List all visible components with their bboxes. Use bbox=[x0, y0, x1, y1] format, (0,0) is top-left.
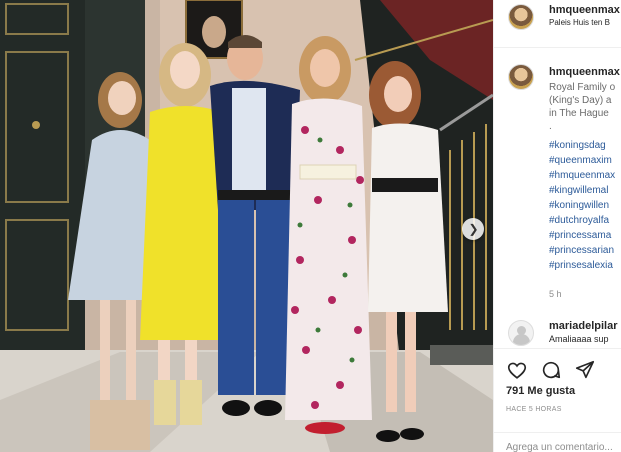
post-age: HACE 5 HORAS bbox=[506, 406, 562, 413]
caption-timestamp: 5 h bbox=[549, 289, 562, 299]
caption-line: . bbox=[549, 121, 552, 132]
caption-username[interactable]: hmqueenmax bbox=[549, 66, 620, 78]
post-header: hmqueenmax Paleis Huis ten B bbox=[494, 0, 621, 48]
comment: mariadelpilar Amaliaaaa sup bbox=[494, 316, 621, 346]
post-photo[interactable]: ❯ bbox=[0, 0, 493, 452]
hashtag-link[interactable]: #hmqueenmax bbox=[549, 170, 615, 181]
caption-line: Royal Family o bbox=[549, 82, 616, 93]
heart-icon[interactable] bbox=[506, 359, 528, 381]
hashtag-link[interactable]: #princessama bbox=[549, 230, 611, 241]
like-count[interactable]: 791 Me gusta bbox=[506, 385, 575, 397]
hashtag-link[interactable]: #prinsesalexia bbox=[549, 260, 613, 271]
comment-input[interactable] bbox=[506, 440, 621, 452]
post-location[interactable]: Paleis Huis ten B bbox=[549, 18, 610, 27]
share-icon[interactable] bbox=[574, 359, 596, 381]
hashtag-link[interactable]: #kingwillemal bbox=[549, 185, 608, 196]
hashtag-link[interactable]: #dutchroyalfa bbox=[549, 215, 609, 226]
add-comment-bar bbox=[494, 432, 621, 452]
post-username[interactable]: hmqueenmax bbox=[549, 4, 620, 16]
hashtag-link[interactable]: #koningwillen bbox=[549, 200, 609, 211]
hashtag-link[interactable]: #princessarian bbox=[549, 245, 614, 256]
next-image-button[interactable]: ❯ bbox=[462, 218, 484, 240]
avatar[interactable] bbox=[508, 4, 534, 30]
avatar[interactable] bbox=[508, 320, 534, 346]
hashtag-link[interactable]: #queenmaxim bbox=[549, 155, 612, 166]
comment-icon[interactable] bbox=[540, 359, 562, 381]
caption-line: (King's Day) a bbox=[549, 95, 612, 106]
comment-username[interactable]: mariadelpilar bbox=[549, 320, 617, 332]
comment-text: Amaliaaaa sup bbox=[549, 334, 609, 344]
family-portrait-image bbox=[0, 0, 493, 452]
post-sidebar: hmqueenmax Paleis Huis ten B hmqueenmax … bbox=[493, 0, 621, 452]
avatar[interactable] bbox=[508, 64, 534, 90]
caption-line: in The Hague bbox=[549, 108, 609, 119]
hashtag-link[interactable]: #koningsdag bbox=[549, 140, 606, 151]
action-bar bbox=[494, 348, 621, 384]
chevron-right-icon: ❯ bbox=[468, 222, 479, 236]
